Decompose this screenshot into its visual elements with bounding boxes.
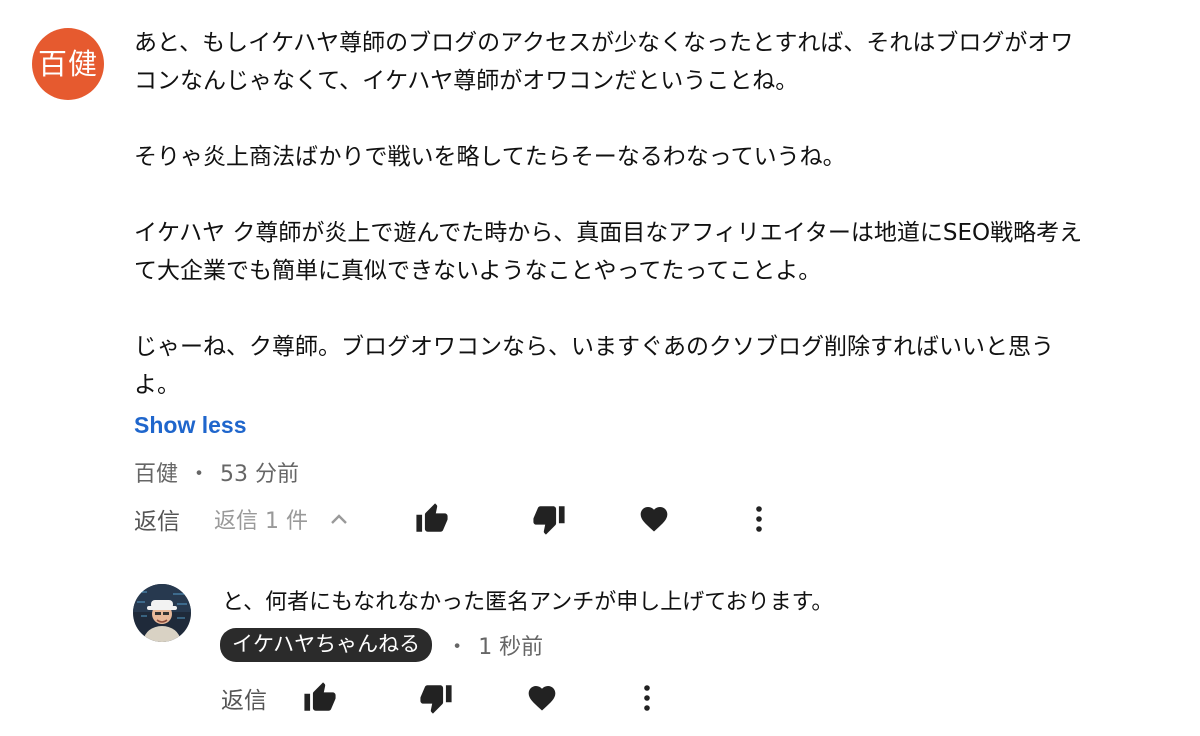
reply-body: と、何者にもなれなかった匿名アンチが申し上げております。 [222,590,834,615]
show-less-link[interactable]: Show less [134,412,246,439]
avatar[interactable] [133,584,191,642]
thumbs-up-icon [416,503,448,532]
dislike-button[interactable] [418,676,454,720]
comment-paragraph: あと、もしイケハヤ尊師のブログのアクセスが少なくなったとすれば、それはブログがオ… [134,30,1074,94]
meta-separator: ・ [188,462,211,487]
heart-icon [640,507,668,532]
comment-body: あと、もしイケハヤ尊師のブログのアクセスが少なくなったとすれば、それはブログがオ… [134,24,1094,404]
more-vertical-icon [756,506,762,532]
comment-paragraph: イケハヤ ク尊師が炎上で遊んでた時から、真面目なアフィリエイターは地道にSEO戦… [134,220,1083,284]
replies-toggle[interactable]: 返信 1 件 [214,497,348,541]
channel-owner-badge[interactable]: イケハヤちゃんねる [220,628,433,662]
more-vertical-icon [644,685,650,711]
comment-actions: 返信 返信 1 件 [0,497,1200,541]
more-options-button[interactable] [635,676,659,720]
reply-timestamp[interactable]: 1 秒前 [478,629,543,661]
heart-button[interactable] [637,497,671,541]
comment-author[interactable]: 百健 [134,462,178,487]
replies-count: 返信 1 件 [214,509,308,534]
comment-paragraph: そりゃ炎上商法ばかりで戦いを略してたらそーなるわなっていうね。 [134,144,846,170]
more-options-button[interactable] [747,497,771,541]
heart-icon [528,686,556,711]
dislike-button[interactable] [531,497,567,541]
chevron-up-icon [331,514,347,524]
reply-meta: イケハヤちゃんねる ・ 1 秒前 [220,628,543,662]
meta-separator: ・ [446,635,469,660]
heart-button[interactable] [525,676,559,720]
reply-button[interactable]: 返信 [221,676,267,720]
comment-meta: 百健・ 53 分前 [134,456,299,488]
like-button[interactable] [414,497,450,541]
reply-actions: 返信 [0,676,1200,720]
thumbs-up-icon [304,682,336,711]
comment-timestamp[interactable]: 53 分前 [220,462,299,487]
avatar[interactable]: 百健 [32,28,104,100]
thumbs-down-icon [533,506,565,535]
thumbs-down-icon [420,685,452,714]
comment-paragraph: じゃーね、ク尊師。ブログオワコンなら、いますぐあのクソブログ削除すればいいと思う… [134,334,1054,398]
avatar-initials: 百健 [37,47,98,81]
like-button[interactable] [302,676,338,720]
reply-button[interactable]: 返信 [134,497,180,541]
channel-avatar-image [133,584,191,642]
